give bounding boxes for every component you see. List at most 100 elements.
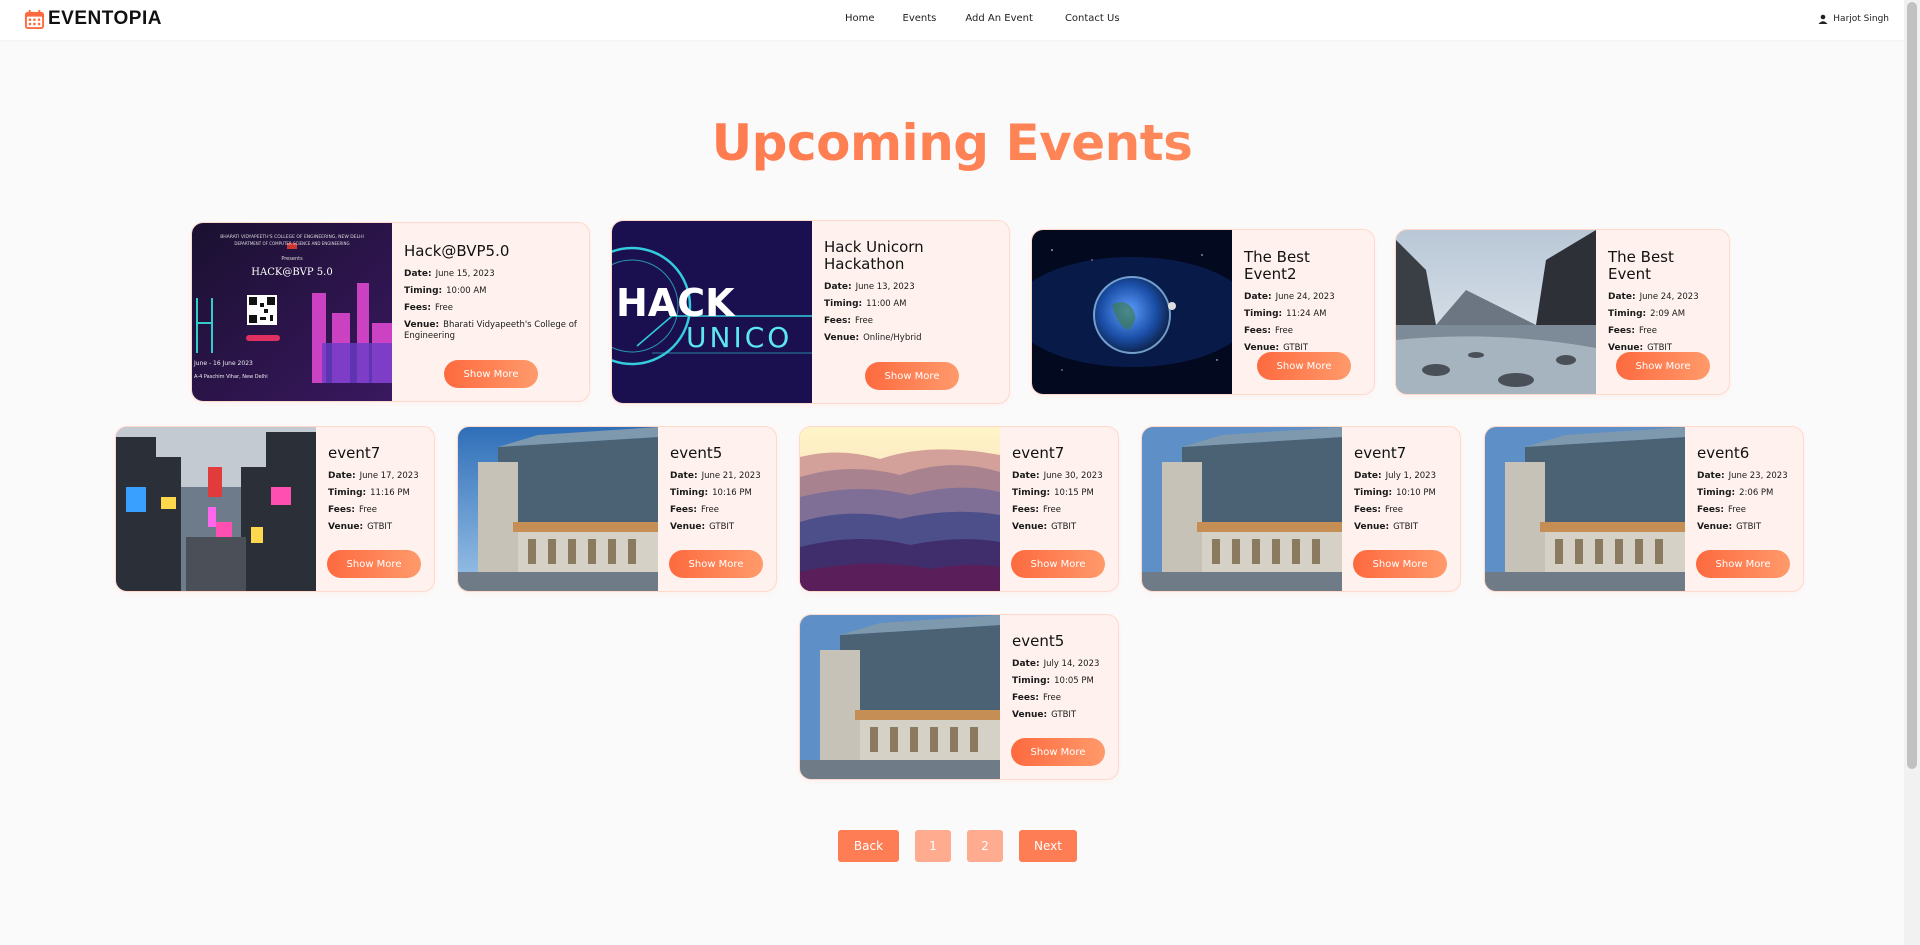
event-date: Date: June 21, 2023: [670, 471, 761, 481]
event-image: HACK UNICO: [612, 221, 812, 403]
event-timing: Timing: 10:16 PM: [670, 488, 752, 498]
show-more-button[interactable]: Show More: [1257, 352, 1351, 380]
event-info: Hack Unicorn Hackathon Date: June 13, 202…: [824, 239, 1001, 350]
event-info: event5 Date: June 21, 2023 Timing: 10:16 P…: [670, 445, 768, 539]
event-title: Hack@BVP5.0: [404, 242, 510, 260]
event-venue: Venue: GTBIT: [1012, 710, 1077, 720]
next-button[interactable]: Next: [1019, 830, 1077, 862]
poster-title: HACK@BVP 5.0: [251, 267, 332, 278]
event-info: event7 Date: June 30, 2023 Timing: 10:15 P…: [1012, 445, 1110, 539]
nav-contact[interactable]: Contact Us: [1065, 13, 1120, 24]
poster-college: BHARATI VIDYAPEETH'S COLLEGE OF ENGINEER…: [220, 234, 364, 240]
event-card: HACK UNICO Hack Unicorn Hackathon Date: J…: [611, 220, 1010, 404]
event-info: The Best Event2 Date: June 24, 2023 Timin…: [1244, 249, 1366, 360]
event-date: Date: June 24, 2023: [1244, 292, 1335, 302]
brand-name: EVENTOPIA: [48, 8, 162, 29]
banner-bottom-text: UNICO: [686, 321, 792, 354]
event-info: event7 Date: June 17, 2023 Timing: 11:16 P…: [328, 445, 426, 539]
page-2-button[interactable]: 2: [967, 830, 1003, 862]
event-venue: Venue: GTBIT: [670, 522, 735, 532]
event-card: event7 Date: June 17, 2023 Timing: 11:16 P…: [115, 426, 435, 592]
event-fees: Fees: Free: [1697, 505, 1746, 515]
brand-logo[interactable]: EVENTOPIA: [24, 8, 162, 30]
nav-add-event[interactable]: Add An Event: [965, 13, 1033, 24]
event-card: event7 Date: June 30, 2023 Timing: 10:15 P…: [799, 426, 1119, 592]
poster-presents: Presents: [281, 256, 303, 262]
event-image: [800, 427, 1000, 591]
event-venue: Venue: Online/Hybrid: [824, 333, 922, 343]
event-date: Date: June 13, 2023: [824, 282, 915, 292]
event-image: [1142, 427, 1342, 591]
event-title: The Best Event: [1608, 248, 1674, 283]
event-timing: Timing: 10:15 PM: [1012, 488, 1094, 498]
page-1-button[interactable]: 1: [915, 830, 951, 862]
poster-dates: June - 16 June 2023: [193, 360, 253, 367]
show-more-button[interactable]: Show More: [1353, 550, 1447, 578]
event-card: BHARATI VIDYAPEETH'S COLLEGE OF ENGINEER…: [191, 222, 590, 402]
event-date: Date: July 1, 2023: [1354, 471, 1436, 481]
nav-home[interactable]: Home: [845, 13, 875, 24]
event-date: Date: June 30, 2023: [1012, 471, 1103, 481]
user-icon: [1818, 14, 1828, 24]
event-image: [1485, 427, 1685, 591]
event-card: event7 Date: July 1, 2023 Timing: 10:10 PM…: [1141, 426, 1461, 592]
user-menu[interactable]: Harjot Singh: [1818, 14, 1889, 24]
show-more-button[interactable]: Show More: [444, 360, 538, 388]
event-image: [458, 427, 658, 591]
event-fees: Fees: Free: [824, 316, 873, 326]
show-more-button[interactable]: Show More: [1011, 738, 1105, 766]
event-date: Date: June 24, 2023: [1608, 292, 1699, 302]
show-more-button[interactable]: Show More: [327, 550, 421, 578]
event-image: [116, 427, 316, 591]
calendar-icon: [24, 9, 45, 29]
event-title: event7: [328, 444, 381, 462]
show-more-button[interactable]: Show More: [1696, 550, 1790, 578]
event-info: event5 Date: July 14, 2023 Timing: 10:05 P…: [1012, 633, 1110, 727]
event-info: event7 Date: July 1, 2023 Timing: 10:10 PM…: [1354, 445, 1452, 539]
show-more-button[interactable]: Show More: [865, 362, 959, 390]
event-card: The Best Event Date: June 24, 2023 Timing…: [1395, 229, 1730, 395]
event-title: event5: [670, 444, 723, 462]
event-timing: Timing: 10:00 AM: [404, 286, 487, 296]
event-venue: Venue: GTBIT: [1354, 522, 1419, 532]
event-venue: Venue: Bharati Vidyapeeth's College of En…: [404, 320, 577, 341]
event-fees: Fees: Free: [404, 303, 453, 313]
show-more-button[interactable]: Show More: [669, 550, 763, 578]
event-card: event5 Date: July 14, 2023 Timing: 10:05 P…: [799, 614, 1119, 780]
event-card: event6 Date: June 23, 2023 Timing: 2:06 PM…: [1484, 426, 1804, 592]
banner-top-text: HACK: [616, 281, 736, 325]
show-more-button[interactable]: Show More: [1616, 352, 1710, 380]
user-name: Harjot Singh: [1833, 14, 1889, 24]
event-card: event5 Date: June 21, 2023 Timing: 10:16 P…: [457, 426, 777, 592]
event-fees: Fees: Free: [1012, 693, 1061, 703]
event-fees: Fees: Free: [670, 505, 719, 515]
event-title: event6: [1697, 444, 1750, 462]
event-venue: Venue: GTBIT: [1697, 522, 1762, 532]
scrollbar-thumb[interactable]: [1907, 2, 1917, 769]
nav-events[interactable]: Events: [903, 13, 937, 24]
event-title: event7: [1354, 444, 1407, 462]
event-title: event7: [1012, 444, 1065, 462]
event-fees: Fees: Free: [1608, 326, 1657, 336]
event-fees: Fees: Free: [1354, 505, 1403, 515]
event-date: Date: June 15, 2023: [404, 269, 495, 279]
event-date: Date: July 14, 2023: [1012, 659, 1100, 669]
event-info: event6 Date: June 23, 2023 Timing: 2:06 PM…: [1697, 445, 1795, 539]
event-image: [1396, 230, 1596, 394]
nav-links: Home Events Add An Event Contact Us: [845, 13, 1120, 24]
back-button[interactable]: Back: [838, 830, 899, 862]
event-timing: Timing: 2:06 PM: [1697, 488, 1774, 498]
show-more-button[interactable]: Show More: [1011, 550, 1105, 578]
event-venue: Venue: GTBIT: [328, 522, 393, 532]
event-title: The Best Event2: [1244, 248, 1310, 283]
event-timing: Timing: 11:24 AM: [1244, 309, 1327, 319]
event-info: The Best Event Date: June 24, 2023 Timing…: [1608, 249, 1721, 360]
event-image: BHARATI VIDYAPEETH'S COLLEGE OF ENGINEER…: [192, 223, 392, 401]
event-date: Date: June 17, 2023: [328, 471, 419, 481]
poster-place: A-4 Paschim Vihar, New Delhi: [194, 374, 268, 380]
scrollbar[interactable]: [1904, 0, 1920, 945]
event-timing: Timing: 11:00 AM: [824, 299, 907, 309]
event-image: [800, 615, 1000, 779]
event-timing: Timing: 11:16 PM: [328, 488, 410, 498]
event-title: Hack Unicorn Hackathon: [824, 238, 924, 273]
